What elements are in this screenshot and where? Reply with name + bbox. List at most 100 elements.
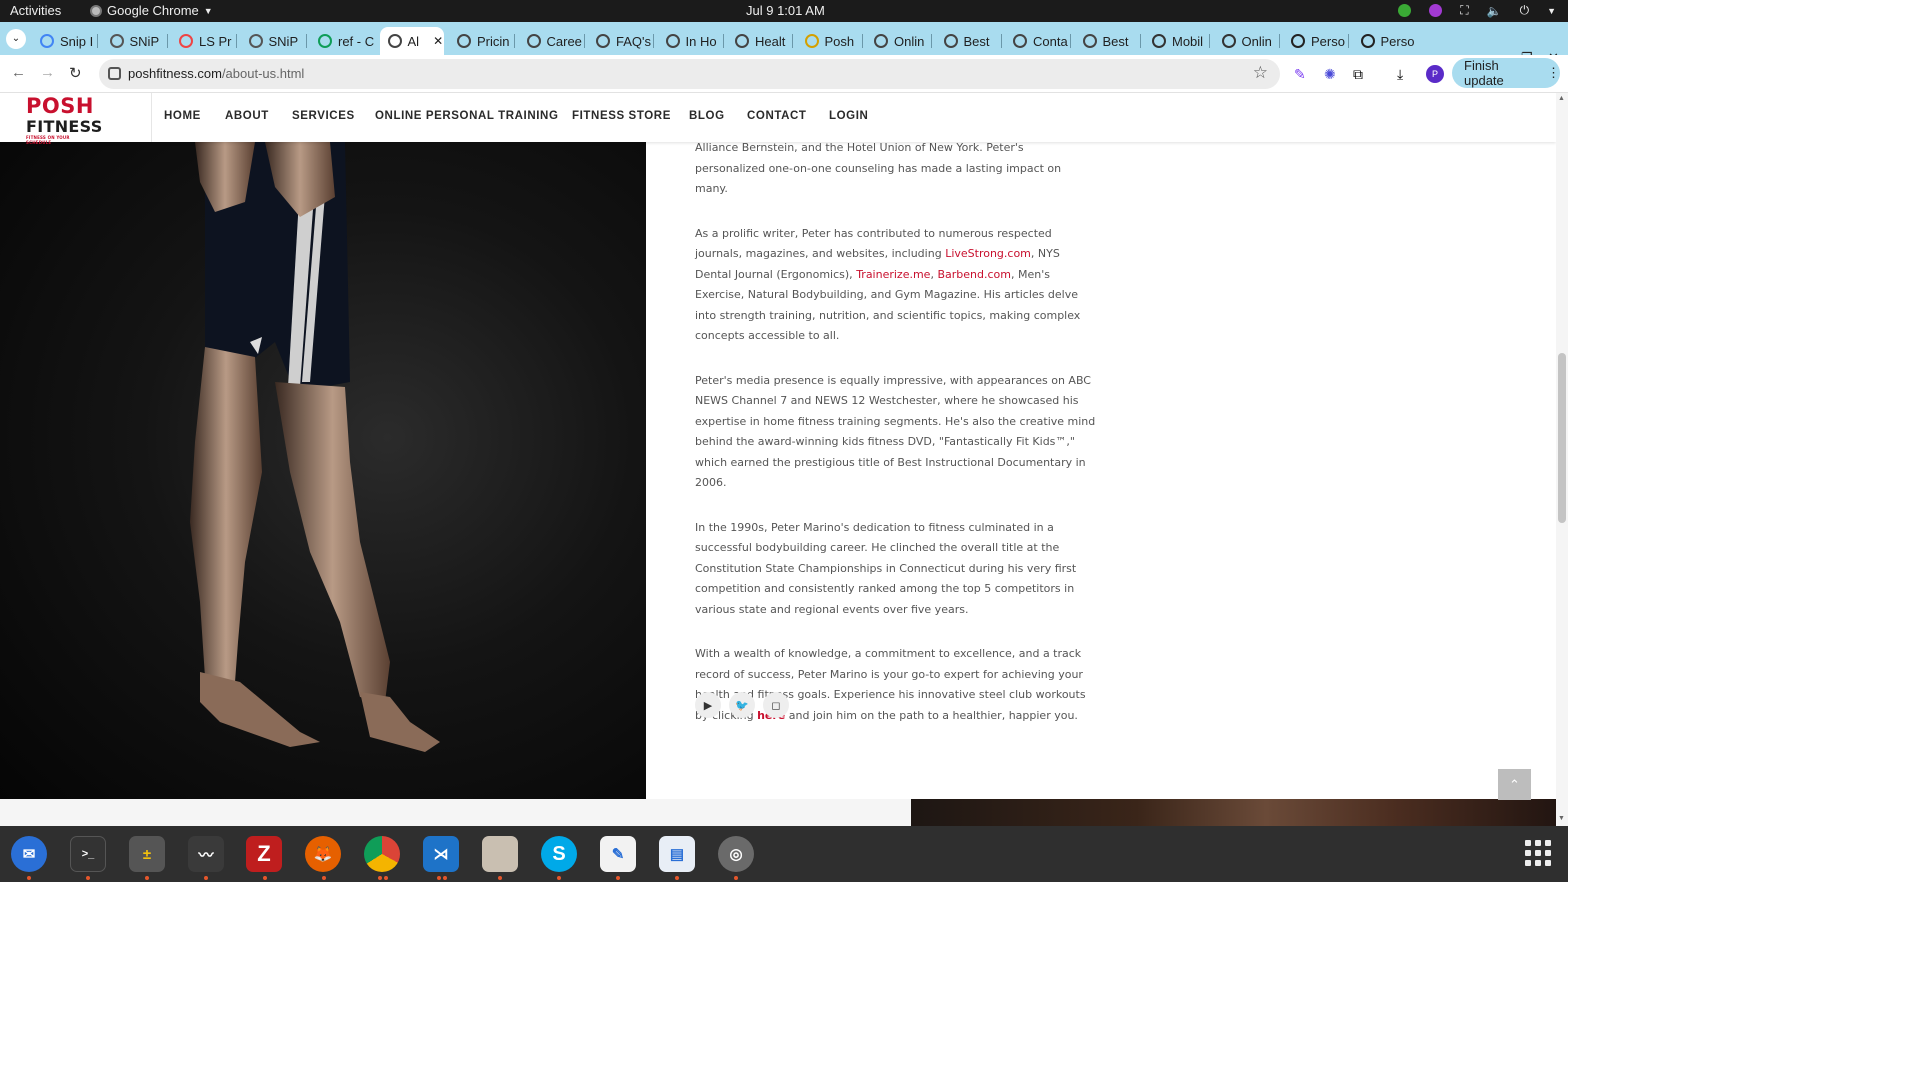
browser-tab[interactable]: Pricin [449,27,513,55]
url-path: /about-us.html [221,66,305,81]
bookmark-star-icon[interactable]: ☆ [1253,63,1268,83]
nav-about[interactable]: ABOUT [225,110,269,122]
livestrong-link[interactable]: LiveStrong.com [945,247,1031,260]
firefox-app[interactable]: 🦊 [305,836,341,872]
browser-toolbar: ← → ↻ poshfitness.com/about-us.html ☆ ✎ … [0,55,1568,93]
tab-separator [1139,34,1141,48]
extensions-puzzle-icon[interactable]: ⧉ [1353,66,1369,82]
page-scrollbar[interactable]: ▲ ▼ [1556,93,1568,826]
files-app[interactable] [482,836,518,872]
scroll-down-arrow[interactable]: ▼ [1558,815,1565,822]
sheets-icon [318,34,332,48]
power-icon[interactable]: ⏻ [1520,3,1530,18]
nav-online-personal-training[interactable]: ONLINE PERSONAL TRAINING [375,110,559,122]
scroll-up-arrow[interactable]: ▲ [1558,95,1565,102]
clock[interactable]: Jul 9 1:01 AM [746,3,825,18]
close-tab-icon[interactable]: ✕ [433,34,443,48]
finish-update-button[interactable]: Finish update ⋮ [1452,58,1560,88]
browser-tab[interactable]: Onlin [866,27,930,55]
browser-tab[interactable]: FAQ's [588,27,652,55]
calculator-app[interactable]: ± [129,836,165,872]
browser-tab[interactable]: Healt [727,27,791,55]
pen-extension-icon[interactable]: ✎ [1294,66,1310,82]
browser-tab[interactable]: Onlin [1214,27,1278,55]
show-applications-button[interactable] [1525,840,1551,866]
browser-tab[interactable]: In Ho [658,27,722,55]
running-indicator [378,876,382,880]
address-bar[interactable]: poshfitness.com/about-us.html ☆ [99,59,1280,89]
system-top-bar: Activities Google Chrome ▼ Jul 9 1:01 AM… [0,0,1568,22]
chrome-app[interactable] [364,836,400,872]
back-to-top-button[interactable]: ⌃ [1498,769,1531,800]
nav-home[interactable]: HOME [164,110,201,122]
chevron-down-icon[interactable]: ▼ [1547,6,1556,16]
browser-tab[interactable]: Posh [797,27,861,55]
gear-extension-icon[interactable]: ✺ [1324,66,1340,82]
tab-separator [236,34,237,48]
network-icon[interactable]: ⛶ [1460,3,1468,18]
running-indicator [86,876,90,880]
browser-tab[interactable]: Snip I [32,27,96,55]
browser-tab[interactable]: Best [1075,27,1139,55]
barbend-link[interactable]: Barbend.com [937,268,1011,281]
posh-fitness-logo[interactable]: POSH FITNESS FITNESS ON YOUR SCHEDULE [26,95,102,146]
tab-title: Perso [1380,33,1415,49]
text-editor-app[interactable]: ✎ [600,836,636,872]
nav-login[interactable]: LOGIN [829,110,868,122]
globe-icon [526,34,541,48]
browser-tab[interactable]: SNiP [102,27,166,55]
disks-app[interactable]: ◎ [718,836,754,872]
thunderbird-app[interactable]: ✉ [11,836,47,872]
nav-blog[interactable]: BLOG [689,110,725,122]
arch-icon [1152,34,1166,48]
url-text[interactable]: poshfitness.com/about-us.html [128,66,304,81]
site-info-icon[interactable] [108,67,121,80]
browser-tab[interactable]: Perso [1283,27,1347,55]
profile-avatar[interactable]: P [1426,65,1444,83]
tab-search-button[interactable]: ⌄ [6,29,26,49]
browser-tab[interactable]: Perso [1353,27,1417,55]
browser-tab[interactable]: SNiP [241,27,305,55]
tab-title: Healt [755,33,786,49]
nav-contact[interactable]: CONTACT [747,110,807,122]
browser-tab[interactable]: Mobil [1144,27,1208,55]
app-menu[interactable]: Google Chrome ▼ [90,3,213,18]
browser-tab[interactable]: Conta [1005,27,1069,55]
app-indicator-icon[interactable] [1429,4,1443,17]
trainerize-link[interactable]: Trainerize.me [856,268,930,281]
skype-app[interactable]: S [541,836,577,872]
back-button[interactable]: ← [11,64,26,81]
running-indicator [322,876,326,880]
filezilla-app[interactable]: Z [246,836,282,872]
activities-button[interactable]: Activities [10,3,61,18]
download-icon[interactable]: ⤓ [1397,66,1413,82]
terminal-app[interactable]: >_ [70,836,106,872]
scrollbar-thumb[interactable] [1558,353,1566,523]
instagram-icon[interactable]: ◻ [763,692,789,718]
system-tray[interactable]: ⛶ 🔈 ⏻ ▼ [1398,3,1556,18]
vscode-app[interactable]: ⋊ [423,836,459,872]
update-check-icon[interactable] [1398,4,1412,17]
youtube-icon[interactable]: ▶ [695,692,721,718]
forward-button[interactable]: → [40,64,55,81]
browser-tab[interactable]: Caree [519,27,583,55]
browser-tab[interactable]: Al ✕ [379,27,444,55]
tab-title: Mobil [1172,33,1204,49]
volume-icon[interactable]: 🔈 [1487,4,1502,18]
fs-icon [1360,34,1375,48]
chrome-icon [90,4,102,17]
nav-services[interactable]: SERVICES [292,110,355,122]
arch-icon [1221,34,1236,48]
paragraph-bodybuilding: In the 1990s, Peter Marino's dedication … [695,520,1077,616]
tab-separator [931,34,932,48]
running-indicator [443,876,447,880]
browser-tab[interactable]: ref - C [310,27,374,55]
browser-tab[interactable]: Best [936,27,1000,55]
twitter-icon[interactable]: 🐦 [729,692,755,718]
document-viewer-app[interactable]: ▤ [659,836,695,872]
nav-fitness-store[interactable]: FITNESS STORE [572,110,671,122]
reload-button[interactable]: ↻ [69,64,82,82]
system-monitor-app[interactable]: 〰 [188,836,224,872]
tab-separator [1209,34,1210,48]
browser-tab[interactable]: LS Pr [171,27,235,55]
